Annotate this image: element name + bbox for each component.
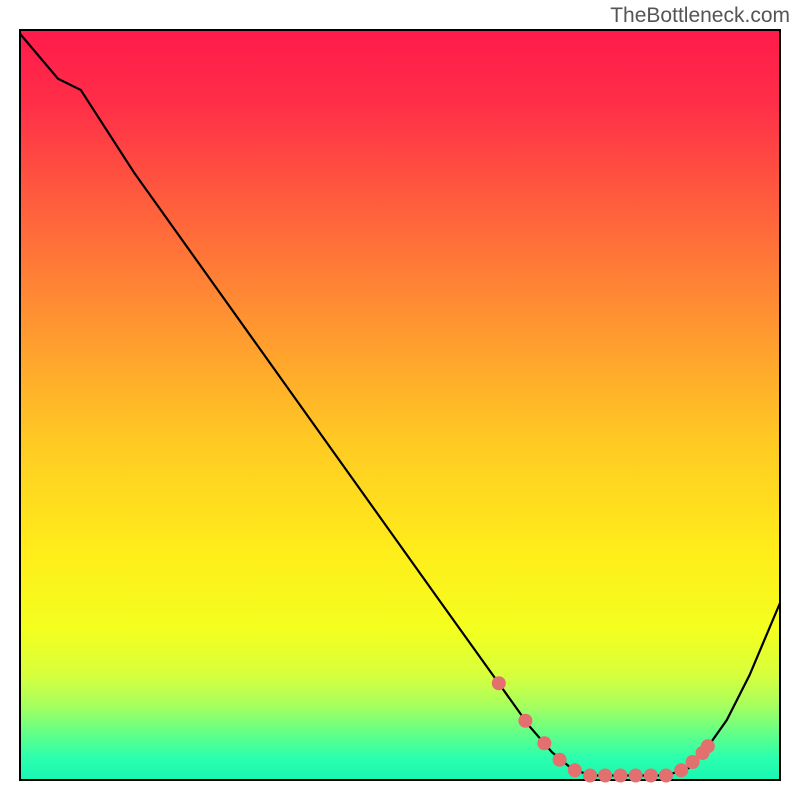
curve-marker	[583, 769, 597, 783]
curve-marker	[674, 763, 688, 777]
bottleneck-chart	[0, 0, 800, 800]
curve-marker	[644, 769, 658, 783]
curve-marker	[598, 769, 612, 783]
curve-marker	[629, 769, 643, 783]
curve-marker	[492, 676, 506, 690]
curve-marker	[553, 753, 567, 767]
plot-background	[20, 30, 780, 780]
curve-marker	[613, 769, 627, 783]
curve-marker	[568, 763, 582, 777]
watermark-text: TheBottleneck.com	[610, 4, 790, 28]
curve-marker	[701, 739, 715, 753]
curve-marker	[537, 736, 551, 750]
curve-marker	[659, 769, 673, 783]
chart-container: TheBottleneck.com	[0, 0, 800, 800]
curve-marker	[518, 714, 532, 728]
